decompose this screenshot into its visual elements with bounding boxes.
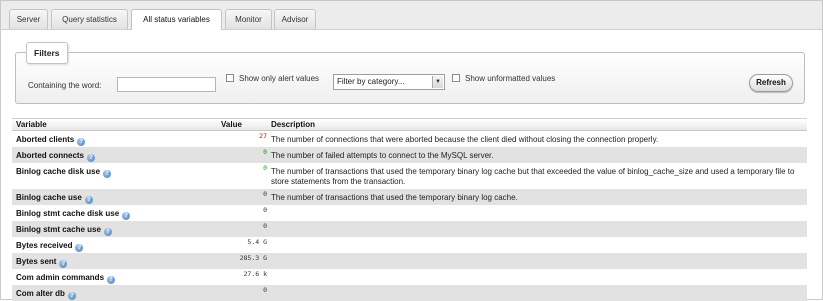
status-variables-table: Variable Value Description Aborted clien… (12, 118, 807, 301)
variable-name-text: Bytes received (16, 241, 73, 250)
containing-word-label: Containing the word: (28, 81, 102, 90)
variable-description: The number of failed attempts to connect… (271, 151, 494, 160)
help-icon[interactable]: ? (77, 138, 86, 146)
variable-name: Binlog cache use? (16, 193, 93, 204)
help-icon[interactable]: ? (103, 170, 112, 178)
help-icon[interactable]: ? (75, 244, 84, 252)
table-row: Binlog stmt cache disk use? 0 (12, 205, 807, 221)
alert-values-label: Show only alert values (239, 74, 320, 83)
variable-description: The number of transactions that used the… (271, 167, 795, 186)
variable-name-text: Aborted connects (16, 151, 85, 160)
help-icon[interactable]: ? (122, 212, 131, 220)
tab-server[interactable]: Server (9, 9, 48, 29)
tab-all-status-variables[interactable]: All status variables (131, 9, 222, 30)
table-row: Bytes sent? 285.3 G (12, 253, 807, 269)
help-icon[interactable]: ? (87, 154, 96, 162)
table-row: Com admin commands? 27.6 k (12, 269, 807, 285)
variable-name: Bytes sent? (16, 257, 68, 268)
variable-name: Binlog cache disk use? (16, 167, 112, 178)
table-row: Binlog stmt cache use? 0 (12, 221, 807, 237)
table-row: Binlog cache disk use? 0 The number of t… (12, 163, 807, 189)
chevron-down-icon: ▼ (432, 76, 443, 88)
header-value: Value (221, 120, 242, 129)
tab-monitor[interactable]: Monitor (225, 9, 272, 29)
variable-name: Aborted clients? (16, 135, 86, 146)
help-icon[interactable]: ? (103, 228, 112, 236)
variable-value: 0 (263, 222, 267, 230)
variable-name-text: Binlog stmt cache use (16, 225, 101, 234)
variable-value: 27.6 k (243, 270, 267, 278)
variable-name-text: Com alter db (16, 289, 65, 298)
variable-name-text: Binlog cache use (16, 193, 82, 202)
variable-value: 0 (263, 164, 267, 172)
variable-name-text: Binlog cache disk use (16, 167, 101, 176)
table-row: Com alter db? 0 (12, 285, 807, 301)
variable-value: 0 (263, 190, 267, 198)
variable-name: Binlog stmt cache use? (16, 225, 112, 236)
table-row: Aborted connects? 0 The number of failed… (12, 147, 807, 163)
variable-value: 0 (263, 286, 267, 294)
header-description: Description (271, 120, 316, 129)
variable-name: Aborted connects? (16, 151, 96, 162)
variable-name: Bytes received? (16, 241, 84, 252)
variable-name-text: Aborted clients (16, 135, 75, 144)
variable-value: 5.4 G (247, 238, 267, 246)
table-row: Bytes received? 5.4 G (12, 237, 807, 253)
variable-name-text: Binlog stmt cache disk use (16, 209, 120, 218)
variable-name-text: Bytes sent (16, 257, 57, 266)
variable-description: The number of connections that were abor… (271, 135, 659, 144)
help-icon[interactable]: ? (59, 260, 68, 268)
category-selected-value: Filter by category... (337, 77, 405, 86)
header-variable: Variable (16, 120, 47, 129)
help-icon[interactable]: ? (67, 292, 76, 300)
alert-values-checkbox[interactable] (226, 74, 234, 82)
unformatted-values-label: Show unformatted values (465, 74, 556, 83)
table-row: Binlog cache use? 0 The number of transa… (12, 189, 807, 205)
containing-word-input[interactable] (117, 77, 216, 92)
table-header: Variable Value Description (12, 118, 807, 131)
tab-bar: Server Query statistics All status varia… (1, 1, 822, 30)
variable-name: Binlog stmt cache disk use? (16, 209, 131, 220)
variable-name: Com admin commands? (16, 273, 116, 284)
table-row: Aborted clients? 27 The number of connec… (12, 131, 807, 147)
help-icon[interactable]: ? (107, 276, 116, 284)
variable-value: 0 (263, 206, 267, 214)
variable-name: Com alter db? (16, 289, 76, 300)
unformatted-values-checkbox[interactable] (452, 74, 460, 82)
tab-advisor[interactable]: Advisor (274, 9, 316, 29)
tab-query-statistics[interactable]: Query statistics (51, 9, 128, 29)
category-select[interactable]: Filter by category... ▼ (333, 74, 445, 90)
variable-description: The number of transactions that used the… (271, 193, 518, 202)
help-icon[interactable]: ? (84, 196, 93, 204)
filters-legend: Filters (26, 42, 68, 64)
variable-name-text: Com admin commands (16, 273, 105, 282)
variable-value: 285.3 G (239, 254, 267, 262)
refresh-button[interactable]: Refresh (749, 74, 793, 92)
variable-value: 0 (263, 148, 267, 156)
variable-value: 27 (259, 132, 267, 140)
